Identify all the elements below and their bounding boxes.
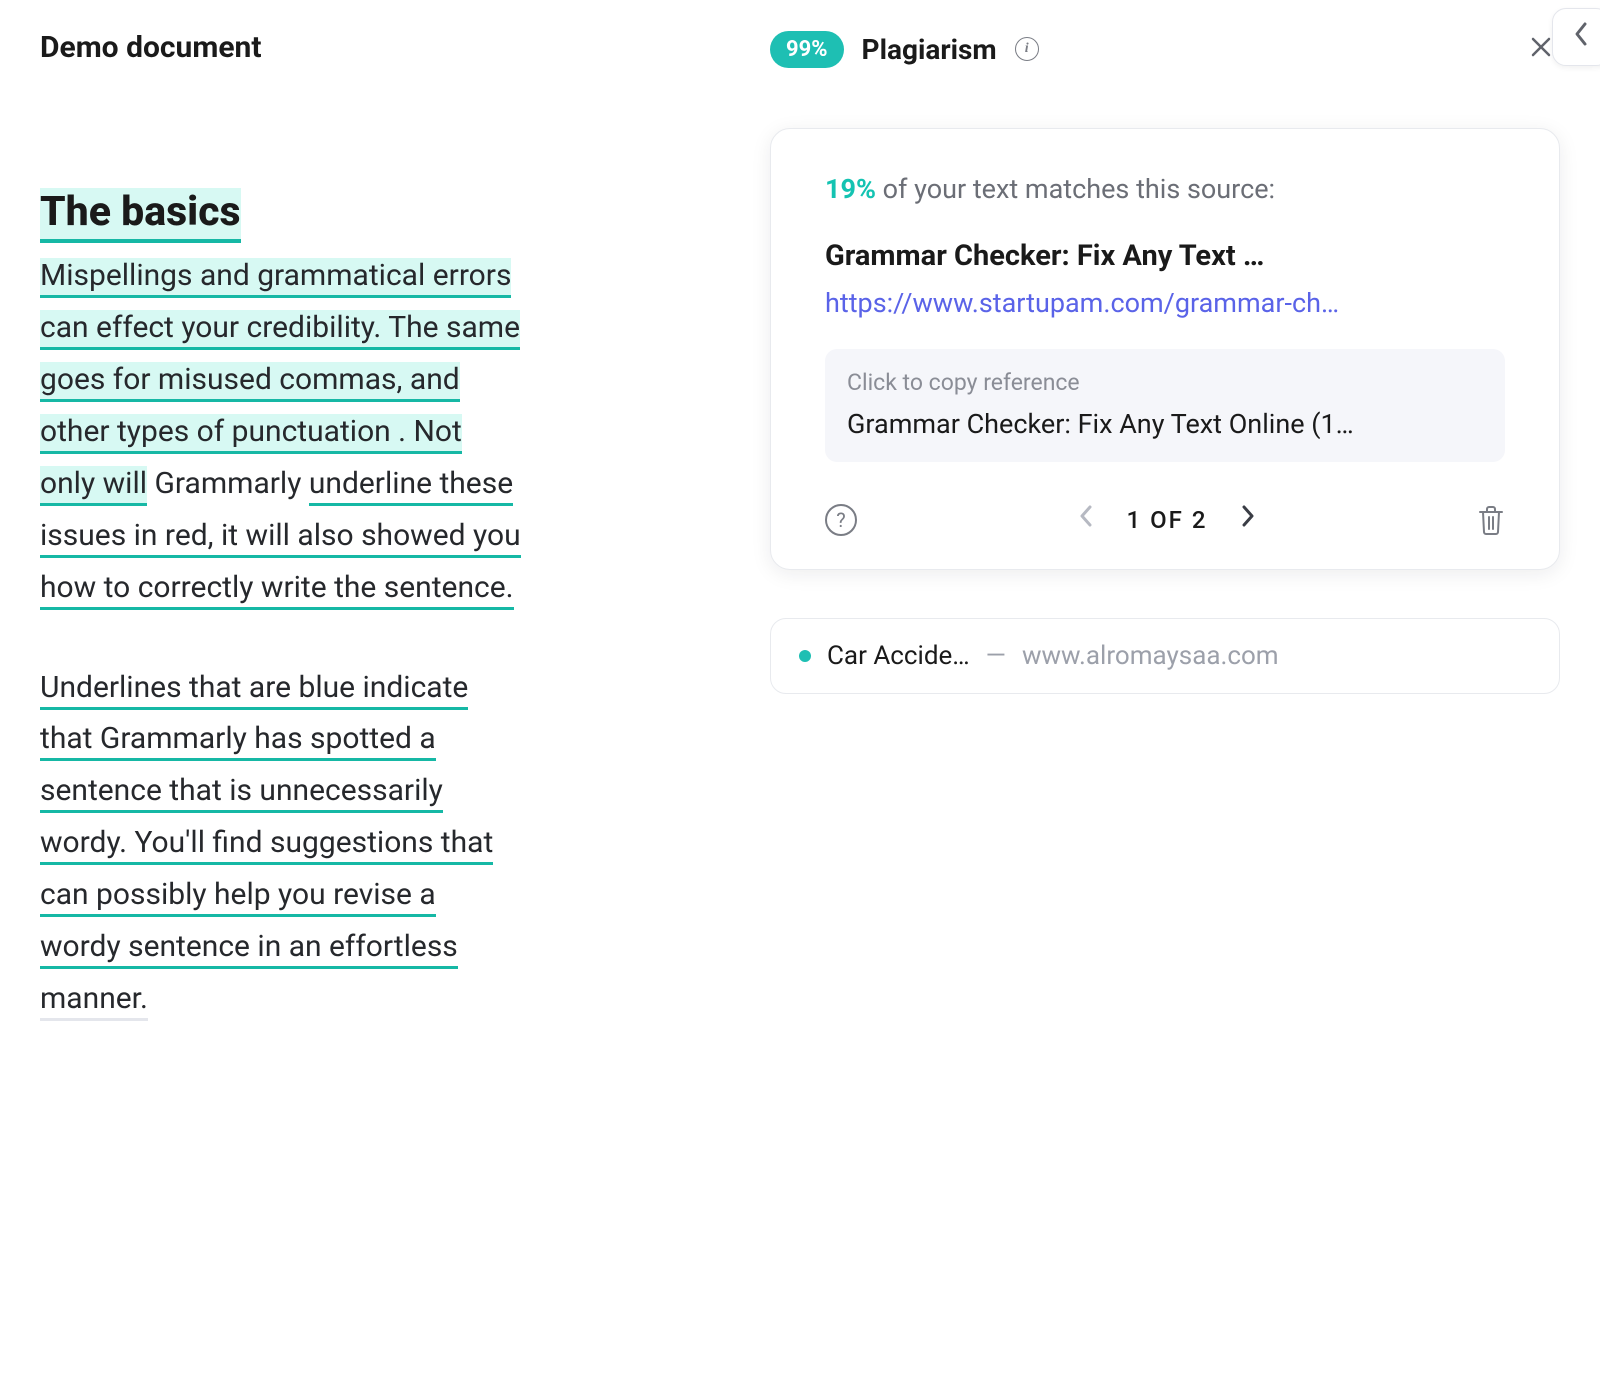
other-source-row[interactable]: Car Accide… — www.alromaysaa.com bbox=[770, 618, 1560, 694]
plagiarism-span: underline these bbox=[309, 466, 513, 506]
match-summary: 19% of your text matches this source: bbox=[825, 173, 1505, 205]
collapse-panel-button[interactable] bbox=[1552, 8, 1600, 66]
copy-reference-label: Click to copy reference bbox=[847, 369, 1483, 396]
source-pager: 1 OF 2 bbox=[1075, 500, 1260, 539]
plagiarism-span: that Grammarly has spotted a bbox=[40, 721, 436, 761]
match-percent: 19% bbox=[825, 173, 876, 205]
document-heading: The basics bbox=[40, 188, 241, 243]
match-summary-text: of your text matches this source: bbox=[876, 173, 1275, 205]
plagiarism-span: can effect your credibility. The same bbox=[40, 310, 520, 350]
plagiarism-span: goes for misused commas, and bbox=[40, 362, 460, 402]
plagiarism-span: Underlines that are blue indicate bbox=[40, 670, 468, 710]
plagiarism-span: wordy. You'll find suggestions that bbox=[40, 825, 493, 865]
plagiarism-span: sentence that is unnecessarily bbox=[40, 773, 443, 813]
paragraph-1: Mispellings and grammatical errors can e… bbox=[40, 250, 730, 613]
help-icon[interactable]: ? bbox=[825, 504, 857, 536]
plagiarism-span: only will bbox=[40, 466, 147, 506]
document-content[interactable]: The basics Mispellings and grammatical e… bbox=[40, 185, 730, 1025]
plagiarism-pane: 99% Plagiarism i 19% of your text matche… bbox=[770, 0, 1600, 1392]
plagiarism-header: 99% Plagiarism i bbox=[770, 30, 1560, 68]
plagiarism-span: you bbox=[473, 518, 521, 558]
info-icon[interactable]: i bbox=[1015, 37, 1039, 61]
reference-text: Grammar Checker: Fix Any Text Online (1… bbox=[847, 408, 1483, 440]
plagiarism-span: wordy sentence in an effortless bbox=[40, 929, 458, 969]
separator-dash: — bbox=[986, 641, 1006, 671]
plagiarism-score-badge: 99% bbox=[770, 31, 844, 68]
source-card: 19% of your text matches this source: Gr… bbox=[770, 128, 1560, 570]
paragraph-2: Underlines that are blue indicate that G… bbox=[40, 662, 730, 1025]
chevron-left-icon bbox=[1572, 20, 1590, 55]
pager-next-button[interactable] bbox=[1237, 500, 1259, 539]
other-source-title: Car Accide… bbox=[827, 641, 970, 671]
document-title: Demo document bbox=[40, 30, 730, 65]
pager-position: 1 OF 2 bbox=[1127, 506, 1208, 534]
plagiarism-span: how to correctly write the sentence. bbox=[40, 570, 514, 610]
source-url-link[interactable]: https://www.startupam.com/grammar-ch… bbox=[825, 287, 1505, 319]
plain-text: Grammarly bbox=[147, 466, 309, 501]
document-pane: Demo document The basics Mispellings and… bbox=[0, 0, 770, 1392]
source-title: Grammar Checker: Fix Any Text … bbox=[825, 239, 1505, 273]
pager-prev-button[interactable] bbox=[1075, 500, 1097, 539]
copy-reference-box[interactable]: Click to copy reference Grammar Checker:… bbox=[825, 349, 1505, 462]
plagiarism-span: issues in red, it will also showed bbox=[40, 518, 473, 558]
plagiarism-span: Mispellings and grammatical errors bbox=[40, 258, 511, 298]
plagiarism-span: can possibly help you revise a bbox=[40, 877, 436, 917]
plagiarism-title: Plagiarism bbox=[862, 33, 997, 66]
delete-source-button[interactable] bbox=[1477, 504, 1505, 536]
plagiarism-span: manner. bbox=[40, 981, 148, 1021]
other-source-domain: www.alromaysaa.com bbox=[1022, 641, 1279, 671]
source-indicator-dot bbox=[799, 650, 811, 662]
source-card-footer: ? 1 OF 2 bbox=[825, 500, 1505, 539]
plagiarism-span: other types of punctuation . Not bbox=[40, 414, 462, 454]
